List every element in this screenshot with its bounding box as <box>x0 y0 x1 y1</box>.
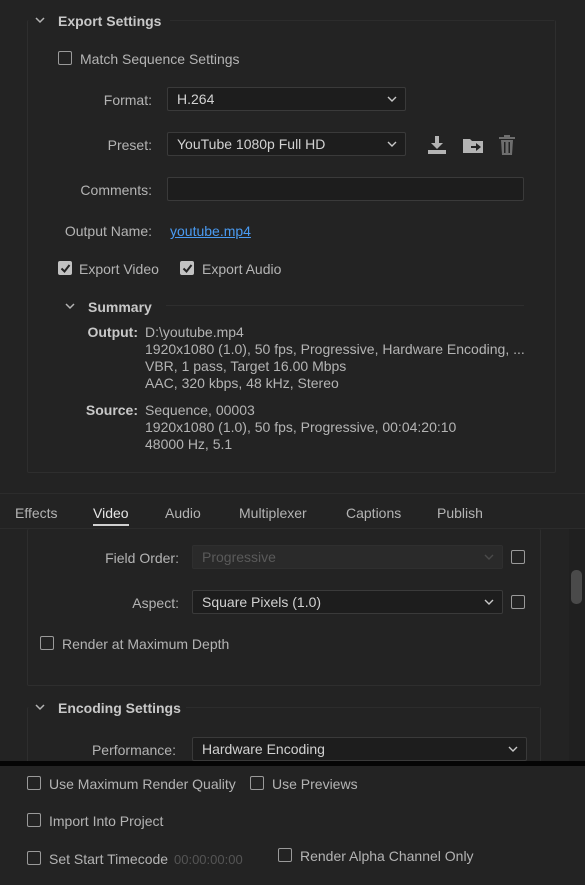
summary-output: D:\youtube.mp4 1920x1080 (1.0), 50 fps, … <box>145 324 525 392</box>
aspect-label: Aspect: <box>132 595 179 611</box>
set-start-timecode-checkbox[interactable] <box>27 851 41 865</box>
summary-output-label: Output: <box>87 324 138 340</box>
import-preset-icon[interactable] <box>461 135 485 155</box>
summary-divider <box>166 305 524 306</box>
start-timecode-value: 00:00:00:00 <box>174 852 243 867</box>
export-video-label[interactable]: Export Video <box>79 261 159 277</box>
tab-publish[interactable]: Publish <box>437 505 483 521</box>
match-sequence-label[interactable]: Match Sequence Settings <box>80 51 240 67</box>
preset-label: Preset: <box>107 137 152 153</box>
chevron-down-icon <box>508 746 518 752</box>
performance-value: Hardware Encoding <box>202 741 325 757</box>
save-preset-icon[interactable] <box>426 135 448 155</box>
render-alpha-only-checkbox[interactable] <box>278 848 292 862</box>
summary-header: Summary <box>88 299 152 315</box>
tab-video-underline <box>93 524 129 526</box>
tab-multiplexer[interactable]: Multiplexer <box>239 505 307 521</box>
render-max-depth-label[interactable]: Render at Maximum Depth <box>62 636 229 652</box>
aspect-dropdown[interactable]: Square Pixels (1.0) <box>192 590 503 614</box>
field-order-label: Field Order: <box>105 550 179 566</box>
summary-source-line: 1920x1080 (1.0), 50 fps, Progressive, 00… <box>145 419 457 435</box>
import-into-project-checkbox[interactable] <box>27 813 41 827</box>
chevron-down-icon <box>387 141 397 147</box>
render-alpha-only-label[interactable]: Render Alpha Channel Only <box>300 848 474 864</box>
tabs-divider-top <box>0 493 585 494</box>
aspect-match-checkbox[interactable] <box>511 595 525 609</box>
comments-input[interactable] <box>167 177 524 201</box>
render-max-depth-checkbox[interactable] <box>40 636 54 650</box>
chevron-down-icon <box>387 96 397 102</box>
field-order-dropdown: Progressive <box>192 545 503 569</box>
summary-source-line: Sequence, 00003 <box>145 402 255 418</box>
performance-label: Performance: <box>91 742 176 758</box>
comments-label: Comments: <box>80 182 152 198</box>
set-start-timecode-label[interactable]: Set Start Timecode <box>49 851 168 867</box>
collapse-summary-icon[interactable] <box>64 300 76 312</box>
match-sequence-checkbox[interactable] <box>58 51 72 65</box>
tab-audio[interactable]: Audio <box>165 505 201 521</box>
tab-effects[interactable]: Effects <box>15 505 58 521</box>
output-name-link[interactable]: youtube.mp4 <box>170 223 251 239</box>
aspect-value: Square Pixels (1.0) <box>202 594 322 610</box>
summary-source-label: Source: <box>85 402 138 418</box>
scrollbar-thumb[interactable] <box>571 570 582 604</box>
tab-captions[interactable]: Captions <box>346 505 401 521</box>
delete-preset-icon[interactable] <box>497 134 517 156</box>
chevron-down-icon <box>484 554 494 560</box>
format-label: Format: <box>103 92 152 108</box>
use-previews-checkbox[interactable] <box>250 776 264 790</box>
performance-dropdown[interactable]: Hardware Encoding <box>192 737 527 761</box>
summary-output-line: AAC, 320 kbps, 48 kHz, Stereo <box>145 375 339 391</box>
preset-value: YouTube 1080p Full HD <box>177 136 326 152</box>
scrollbar-track[interactable] <box>569 529 585 761</box>
summary-source: Sequence, 00003 1920x1080 (1.0), 50 fps,… <box>145 402 456 453</box>
field-order-match-checkbox[interactable] <box>511 550 525 564</box>
export-audio-checkbox[interactable] <box>180 261 194 275</box>
tab-video[interactable]: Video <box>93 505 129 521</box>
summary-source-line: 48000 Hz, 5.1 <box>145 436 233 452</box>
summary-output-line: VBR, 1 pass, Target 16.00 Mbps <box>145 358 347 374</box>
summary-output-line: D:\youtube.mp4 <box>145 324 244 340</box>
export-audio-label[interactable]: Export Audio <box>202 261 281 277</box>
format-value: H.264 <box>177 91 215 107</box>
preset-dropdown[interactable]: YouTube 1080p Full HD <box>167 132 406 156</box>
use-max-render-quality-label[interactable]: Use Maximum Render Quality <box>49 776 236 792</box>
chevron-down-icon <box>484 599 494 605</box>
use-max-render-quality-checkbox[interactable] <box>27 776 41 790</box>
export-video-checkbox[interactable] <box>58 261 72 275</box>
field-order-value: Progressive <box>202 549 276 565</box>
import-into-project-label[interactable]: Import Into Project <box>49 813 163 829</box>
summary-output-line: 1920x1080 (1.0), 50 fps, Progressive, Ha… <box>145 341 525 357</box>
output-name-label: Output Name: <box>64 223 152 239</box>
use-previews-label[interactable]: Use Previews <box>272 776 358 792</box>
format-dropdown[interactable]: H.264 <box>167 87 406 111</box>
